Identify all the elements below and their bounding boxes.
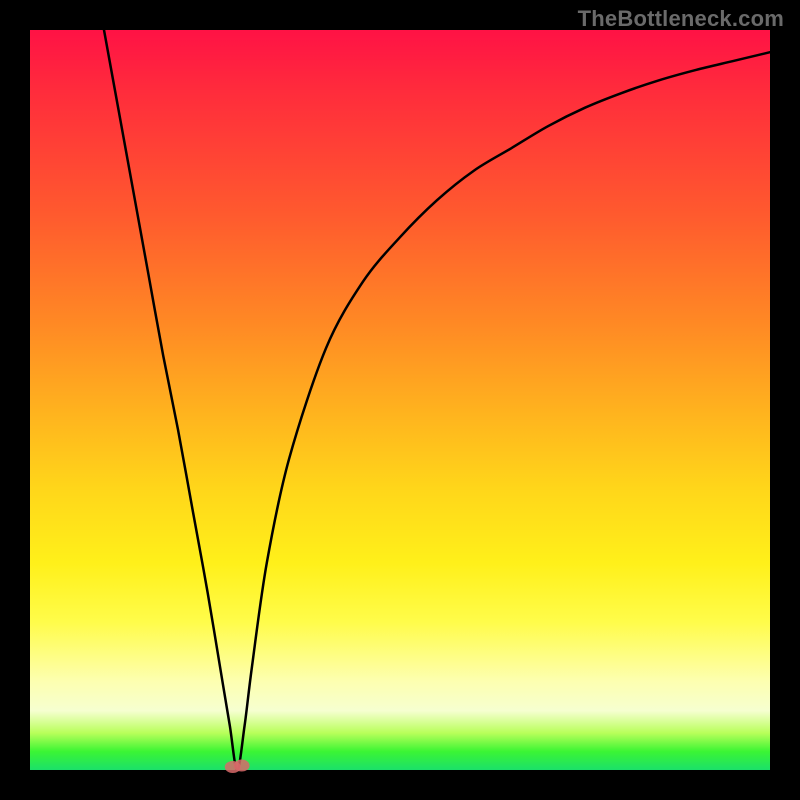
bottleneck-curve	[104, 30, 770, 770]
minimum-markers	[225, 760, 250, 773]
curve-svg	[30, 30, 770, 770]
chart-container: TheBottleneck.com	[0, 0, 800, 800]
plot-area	[30, 30, 770, 770]
watermark-text: TheBottleneck.com	[578, 6, 784, 32]
minimum-marker	[234, 760, 250, 772]
